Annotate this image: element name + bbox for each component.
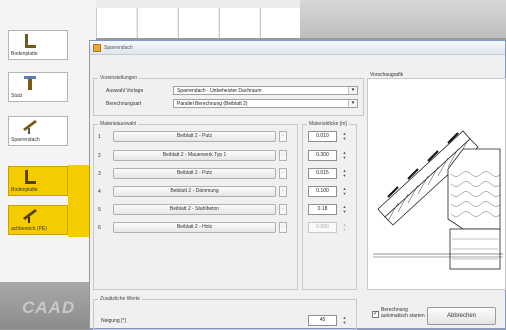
incline-label: Neigung [°]	[101, 318, 126, 324]
tool-label: Stutz	[11, 93, 23, 99]
auto-calc-checkbox[interactable]: ✓	[372, 311, 379, 318]
rafter-roof-icon	[23, 120, 37, 134]
material-button[interactable]: Beiblatt 2 - Holz	[113, 222, 276, 233]
spin-arrows-icon[interactable]: ▲ ▼	[340, 204, 349, 215]
row-number: 1	[98, 134, 101, 140]
tool-button-rafter-roof[interactable]: Sparrendach	[8, 116, 68, 146]
material-options-button[interactable]: ·	[279, 131, 287, 142]
material-button[interactable]: Beiblatt 2 - Putz	[113, 131, 276, 142]
template-label: Auswahl Vorlage	[106, 88, 144, 94]
thickness-input[interactable]: 0.100	[308, 186, 337, 197]
spin-arrows-icon[interactable]: ▲ ▼	[340, 186, 349, 197]
thickness-input[interactable]: 0.18	[308, 204, 337, 215]
rafter-roof-dialog: Sparrendach Voreinstellungen Auswahl Vor…	[89, 40, 506, 330]
material-button[interactable]: Beiblatt 2 - Mauerwerk Typ 1	[113, 150, 276, 161]
template-select[interactable]: Sparrendach - Unbeheizter Dachraum ▾	[173, 86, 358, 95]
material-options-button[interactable]: ·	[279, 168, 287, 179]
row-number: 2	[98, 153, 101, 159]
spin-arrows-icon[interactable]: ▲ ▼	[340, 168, 349, 179]
thickness-stepper[interactable]: 0.015 ▲ ▼	[308, 168, 349, 179]
app-icon	[93, 44, 101, 52]
spin-arrows-icon[interactable]: ▲ ▼	[340, 222, 349, 233]
material-options-button[interactable]: ·	[279, 150, 287, 161]
group-title: Materialauswahl	[98, 121, 139, 127]
floor-slab-icon	[25, 34, 36, 48]
thickness-input[interactable]: 0.015	[308, 168, 337, 179]
palette-strip	[68, 165, 90, 237]
auto-calc-label: Berechnung automatisch starten	[381, 307, 425, 319]
palette-tile[interactable]	[260, 8, 300, 38]
row-number: 6	[98, 225, 101, 231]
material-button[interactable]: Beiblatt 2 - Dämmung	[113, 186, 276, 197]
group-title: Materialdicke [m]	[307, 121, 349, 127]
floor-slab-icon	[25, 170, 36, 184]
group-title: Voreinstellungen	[98, 75, 139, 81]
thickness-stepper[interactable]: 0.18 ▲ ▼	[308, 204, 349, 215]
thickness-input[interactable]: 0.000	[308, 222, 337, 233]
tool-label: achbereich (PE)	[11, 226, 47, 232]
spin-arrows-icon[interactable]: ▲ ▼	[340, 131, 349, 142]
group-title: Zusätzliche Werte	[98, 296, 142, 302]
tool-button-roof-area[interactable]: achbereich (PE)	[8, 205, 68, 235]
template-value: Sparrendach - Unbeheizter Dachraum	[177, 88, 262, 94]
calc-method-label: Berechnungsart	[106, 101, 142, 107]
chevron-down-icon: ▾	[348, 100, 357, 107]
thickness-input[interactable]: 0.010	[308, 131, 337, 142]
incline-stepper[interactable]: 45 ▲ ▼	[308, 315, 349, 326]
palette-tile[interactable]	[178, 8, 218, 38]
tool-button-floor-slab-active[interactable]: Bodenplatte	[8, 166, 68, 196]
palette-tile[interactable]	[219, 8, 259, 38]
thickness-stepper[interactable]: 0.100 ▲ ▼	[308, 186, 349, 197]
material-button[interactable]: Beiblatt 2 - Putz	[113, 168, 276, 179]
preview-graphic	[367, 78, 506, 290]
material-options-button[interactable]: ·	[279, 204, 287, 215]
incline-input[interactable]: 45	[308, 315, 337, 326]
palette-tile[interactable]	[96, 8, 136, 38]
tool-label: Bodenplatte	[11, 51, 38, 57]
app-logo: CAAD	[22, 298, 76, 317]
roof-area-icon	[23, 209, 37, 223]
row-number: 5	[98, 207, 101, 213]
spin-arrows-icon[interactable]: ▲ ▼	[340, 315, 349, 326]
calc-method-select[interactable]: Parallel Berechnung (Beiblatt 2) ▾	[173, 99, 358, 108]
roof-section-drawing	[373, 130, 503, 270]
spin-arrows-icon[interactable]: ▲ ▼	[340, 150, 349, 161]
thickness-stepper[interactable]: 0.300 ▲ ▼	[308, 150, 349, 161]
chevron-down-icon: ▾	[348, 87, 357, 94]
dialog-titlebar[interactable]: Sparrendach	[90, 41, 505, 55]
row-number: 4	[98, 189, 101, 195]
material-button[interactable]: Beiblatt 2 - Stahlbeton	[113, 204, 276, 215]
palette-tile[interactable]	[137, 8, 177, 38]
thickness-stepper[interactable]: 0.010 ▲ ▼	[308, 131, 349, 142]
material-options-button[interactable]: ·	[279, 186, 287, 197]
dialog-title: Sparrendach	[104, 45, 133, 51]
cancel-button[interactable]: Abbrechen	[427, 307, 496, 325]
presets-group: Voreinstellungen	[93, 75, 364, 116]
tool-button-floor-slab[interactable]: Bodenplatte	[8, 30, 68, 60]
row-number: 3	[98, 171, 101, 177]
column-icon	[24, 76, 36, 90]
thickness-stepper[interactable]: 0.000 ▲ ▼	[308, 222, 349, 233]
tool-label: Bodenplatte	[11, 187, 38, 193]
tool-label: Sparrendach	[11, 137, 40, 143]
calc-method-value: Parallel Berechnung (Beiblatt 2)	[177, 101, 248, 107]
thickness-input[interactable]: 0.300	[308, 150, 337, 161]
material-options-button[interactable]: ·	[279, 222, 287, 233]
tool-button-column[interactable]: Stutz	[8, 72, 68, 102]
title-area-background	[300, 0, 506, 38]
